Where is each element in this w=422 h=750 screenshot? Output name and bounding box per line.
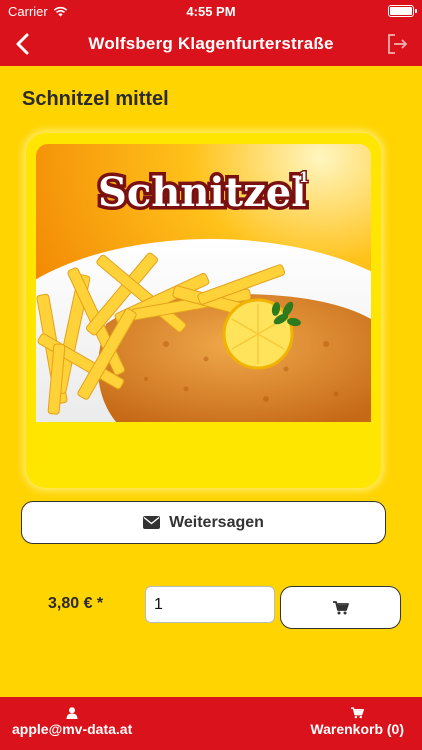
cart-icon [332, 600, 349, 614]
nav-bar: Wolfsberg Klagenfurterstraße [0, 22, 422, 66]
cart-icon [350, 707, 364, 719]
product-image: Schnitzel 1 [36, 144, 371, 422]
wifi-icon [53, 6, 67, 16]
share-button[interactable]: Weitersagen [21, 501, 386, 544]
share-button-label: Weitersagen [169, 513, 264, 531]
cart-count-label: Warenkorb (0) [310, 721, 404, 737]
battery-icon [388, 5, 417, 17]
nav-title: Wolfsberg Klagenfurterstraße [88, 34, 334, 53]
schnitzel-illustration: Schnitzel 1 [36, 144, 371, 422]
status-left: Carrier [8, 4, 68, 19]
page-title: Schnitzel mittel [22, 88, 169, 110]
user-account-button[interactable]: apple@mv-data.at [12, 707, 132, 737]
chevron-left-icon[interactable] [10, 30, 38, 58]
image-superscript: 1 [299, 170, 309, 186]
add-to-cart-button[interactable] [280, 586, 401, 629]
envelope-icon [143, 516, 161, 529]
price-label: 3,80 € * [48, 595, 104, 612]
bottom-bar: apple@mv-data.at Warenkorb (0) [0, 697, 422, 750]
carrier-label: Carrier [8, 3, 48, 19]
user-icon [66, 707, 78, 719]
shopping-cart-button[interactable]: Warenkorb (0) [310, 707, 404, 737]
logout-icon[interactable] [384, 31, 410, 57]
product-card: Schnitzel 1 [26, 133, 381, 488]
user-email-label: apple@mv-data.at [12, 721, 133, 737]
quantity-input[interactable] [145, 586, 275, 623]
image-heading: Schnitzel [98, 169, 306, 216]
status-bar: Carrier 4:55 PM [0, 0, 422, 22]
